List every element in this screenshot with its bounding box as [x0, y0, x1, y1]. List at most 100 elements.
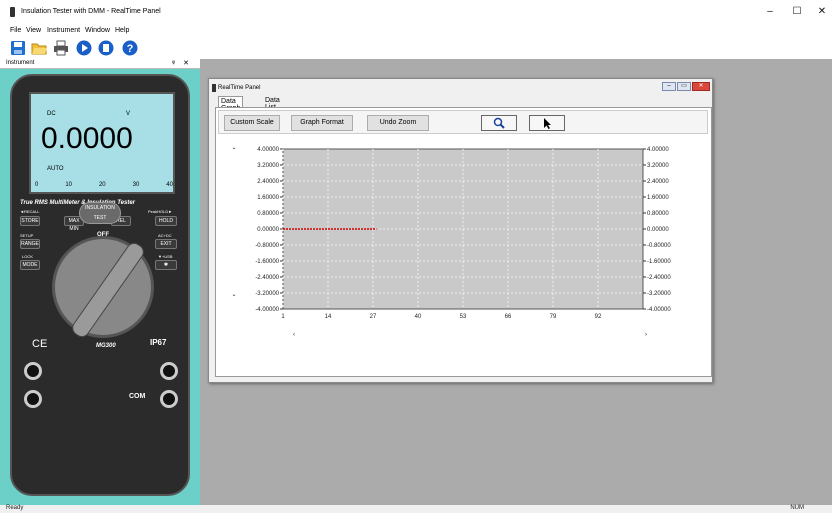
input-jack-10a[interactable] — [24, 362, 42, 380]
meter-model: MG300 — [96, 343, 116, 349]
y-tick-label-left: -0.80000 — [255, 243, 279, 249]
meter-lcd: DC V 0.0000 AUTO 0 10 20 30 40 — [29, 92, 175, 194]
y-tick-label-right: 4.00000 — [647, 147, 669, 153]
menu-file[interactable]: File — [10, 27, 21, 34]
rt-close-button[interactable]: ✕ — [692, 82, 710, 91]
y-tick-label-left: 3.20000 — [257, 163, 279, 169]
rotary-dial[interactable] — [52, 236, 154, 341]
print-icon[interactable] — [53, 40, 69, 56]
realtime-panel-title: RealTime Panel — [218, 85, 261, 91]
tab-data-list[interactable]: Data List — [263, 96, 282, 111]
label-setup: SETUP — [20, 233, 34, 238]
select-tool-button[interactable] — [529, 115, 565, 131]
meter-hold-button[interactable]: HOLD — [155, 216, 177, 226]
lcd-mode: DC — [47, 111, 56, 117]
graph-format-button[interactable]: Graph Format — [291, 115, 353, 131]
backlight-button[interactable]: ✱ — [155, 260, 177, 270]
label-acdc: AC+DC — [158, 233, 172, 238]
minimize-button[interactable]: – — [764, 7, 776, 17]
graph-toolbar: Custom Scale Graph Format Undo Zoom — [218, 110, 708, 134]
insulation-test-button[interactable]: INSULATION TEST — [79, 202, 121, 224]
svg-text:?: ? — [127, 43, 134, 55]
rt-minimize-button[interactable]: – — [662, 82, 676, 91]
scroll-left-arrow: ‹ — [293, 332, 295, 338]
x-tick-label: 66 — [505, 314, 512, 320]
com-label: COM — [129, 393, 146, 400]
y-tick-label-left: -3.20000 — [255, 291, 279, 297]
lcd-unit: V — [126, 111, 131, 117]
instrument-panel-title: Instrument — [6, 60, 35, 66]
y-tick-label-right: -1.60000 — [647, 259, 671, 265]
window-title: Insulation Tester with DMM - RealTime Pa… — [21, 8, 161, 15]
x-tick-label: 53 — [460, 314, 467, 320]
x-tick-label: 1 — [281, 314, 285, 320]
meter-exit-button[interactable]: EXIT — [155, 239, 177, 249]
input-jack-volt[interactable] — [160, 362, 178, 380]
close-button[interactable]: ✕ — [816, 7, 828, 17]
custom-scale-button[interactable]: Custom Scale — [224, 115, 280, 131]
menu-view[interactable]: View — [26, 27, 41, 34]
scroll-right-arrow: › — [645, 332, 647, 338]
lcd-reading: 0.0000 — [41, 122, 133, 155]
x-tick-label: 27 — [370, 314, 377, 320]
menu-bar: File View Instrument Window Help — [0, 27, 832, 38]
x-tick-label: 40 — [415, 314, 422, 320]
menu-help[interactable]: Help — [115, 27, 129, 34]
label-usb: ▼+USB — [158, 254, 173, 259]
dial-knob[interactable] — [69, 239, 147, 341]
label-peakhold: PeakHOLD► — [148, 209, 173, 214]
bargraph-tick: 0 — [35, 182, 39, 188]
stop-icon[interactable] — [98, 40, 114, 56]
menu-instrument[interactable]: Instrument — [47, 27, 80, 34]
panel-pin-close-icons[interactable]: ᵠ ✕ — [172, 59, 192, 67]
y-tick-label-left: 1.60000 — [257, 195, 279, 201]
app-icon — [10, 7, 15, 17]
lcd-bargraph-scale: 0 10 20 30 40 — [35, 182, 173, 188]
y-tick-label-left: -1.60000 — [255, 259, 279, 265]
y-tick-label-left: 0.00000 — [257, 227, 279, 233]
y-tick-label-right: -2.40000 — [647, 275, 671, 281]
input-jack-com[interactable] — [160, 390, 178, 408]
y-tick-label-left: -4.00000 — [255, 307, 279, 313]
y-tick-label-right: -3.20000 — [647, 291, 671, 297]
bargraph-tick: 40 — [166, 182, 173, 188]
status-text: Ready — [6, 505, 24, 511]
rt-restore-button[interactable]: ▭ — [677, 82, 691, 91]
meter-mode-button[interactable]: MODE — [20, 260, 40, 270]
realtime-panel-window: RealTime Panel – ▭ ✕ Data Graph Data Lis… — [208, 78, 713, 383]
zoom-tool-button[interactable] — [481, 115, 517, 131]
y-tick-label-right: -4.00000 — [647, 307, 671, 313]
menu-window[interactable]: Window — [85, 27, 110, 34]
undo-zoom-button[interactable]: Undo Zoom — [367, 115, 429, 131]
ce-mark: CE — [32, 338, 48, 350]
maximize-button[interactable]: ☐ — [791, 7, 803, 17]
bargraph-tick: 20 — [98, 182, 106, 188]
data-graph-tab-content: Custom Scale Graph Format Undo Zoom 4.00… — [215, 107, 712, 377]
y-tick-label-right: 2.40000 — [647, 179, 669, 185]
lcd-range-mode: AUTO — [47, 166, 64, 172]
y-tick-label-right: -0.80000 — [647, 243, 671, 249]
y-tick-label-left: 2.40000 — [257, 179, 279, 185]
scroll-down-arrow: ⌄ — [231, 292, 236, 298]
zoom-icon — [493, 117, 505, 129]
open-folder-icon[interactable] — [31, 40, 47, 56]
tab-data-graph[interactable]: Data Graph — [218, 96, 244, 112]
bargraph-tick: 10 — [65, 182, 72, 188]
y-tick-label-right: 3.20000 — [647, 163, 669, 169]
input-jack-ma[interactable] — [24, 390, 42, 408]
status-bar: Ready NUM — [0, 505, 832, 513]
x-tick-label: 92 — [595, 314, 602, 320]
y-tick-label-right: 1.60000 — [647, 195, 669, 201]
play-icon[interactable] — [76, 40, 92, 56]
save-icon[interactable] — [10, 40, 26, 56]
scroll-up-arrow: ⌃ — [231, 147, 236, 154]
multimeter-image: DC V 0.0000 AUTO 0 10 20 30 40 True RMS … — [10, 74, 190, 496]
cursor-icon — [544, 118, 551, 129]
data-graph-chart[interactable]: 4.00000 4.00000 3.20000 3.20000 2.40000 2.400… — [216, 136, 711, 376]
meter-store-button[interactable]: STORE — [20, 216, 40, 226]
help-icon[interactable]: ? — [122, 40, 138, 56]
y-tick-label-left: -2.40000 — [255, 275, 279, 281]
meter-range-button[interactable]: RANGE — [20, 239, 40, 249]
label-lock: LOCK — [22, 254, 33, 259]
instrument-panel-header: Instrument ᵠ ✕ — [0, 59, 200, 69]
